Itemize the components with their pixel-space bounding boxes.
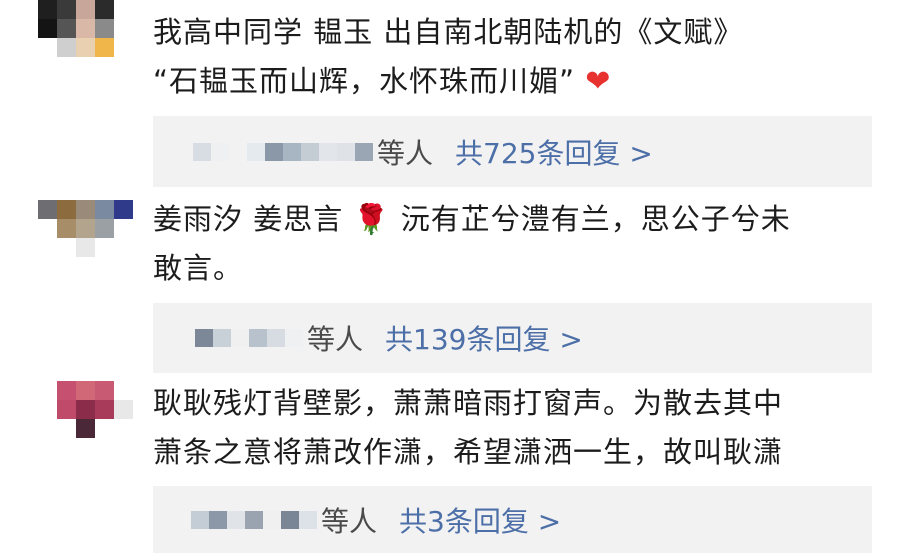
reply-summary-box[interactable]: 等人 共139条回复 > (153, 303, 872, 373)
comment-line-1: 姜雨汐 姜思言 🌹 沅有芷兮澧有兰，思公子兮未 (153, 202, 791, 236)
comment-text: 耿耿残灯背壁影，萧萧暗雨打窗声。为散去其中 萧条之意将萧改作潇，希望潇洒一生，故… (153, 379, 873, 477)
view-replies-link[interactable]: 共139条回复 > (385, 318, 583, 358)
comment-line-1: 我高中同学 韫玉 出自南北朝陆机的《文赋》 (153, 15, 744, 49)
reply-users-suffix: 等人 (377, 136, 434, 170)
avatar[interactable] (38, 0, 134, 60)
blurred-username (193, 142, 373, 161)
avatar[interactable] (38, 200, 134, 260)
comment-text: 我高中同学 韫玉 出自南北朝陆机的《文赋》 “石韫玉而山辉，水怀珠而川媚” ❤ (153, 8, 873, 106)
comment-line-2: “石韫玉而山辉，水怀珠而川媚” ❤ (153, 57, 873, 106)
view-replies-link[interactable]: 共3条回复 > (399, 500, 561, 540)
reply-users-suffix: 等人 (321, 504, 378, 538)
comment-line-2: 敢言。 (153, 251, 244, 285)
reply-users-suffix: 等人 (307, 323, 364, 356)
comment-line-1: 耿耿残灯背壁影，萧萧暗雨打窗声。为散去其中 (153, 386, 784, 420)
view-replies-link[interactable]: 共725条回复 > (455, 132, 653, 172)
blurred-username (191, 510, 317, 529)
comment-text: 姜雨汐 姜思言 🌹 沅有芷兮澧有兰，思公子兮未 敢言。 (153, 195, 873, 293)
heart-icon: ❤ (585, 64, 612, 99)
comment-line-2-text: “石韫玉而山辉，水怀珠而川媚” (153, 64, 576, 98)
avatar[interactable] (38, 381, 134, 441)
comment-line-2: 萧条之意将萧改作潇，希望潇洒一生，故叫耿潇 (153, 435, 784, 469)
reply-summary-box[interactable]: 等人 共725条回复 > (153, 116, 872, 187)
reply-summary-box[interactable]: 等人 共3条回复 > (153, 486, 872, 553)
blurred-username (195, 329, 303, 347)
